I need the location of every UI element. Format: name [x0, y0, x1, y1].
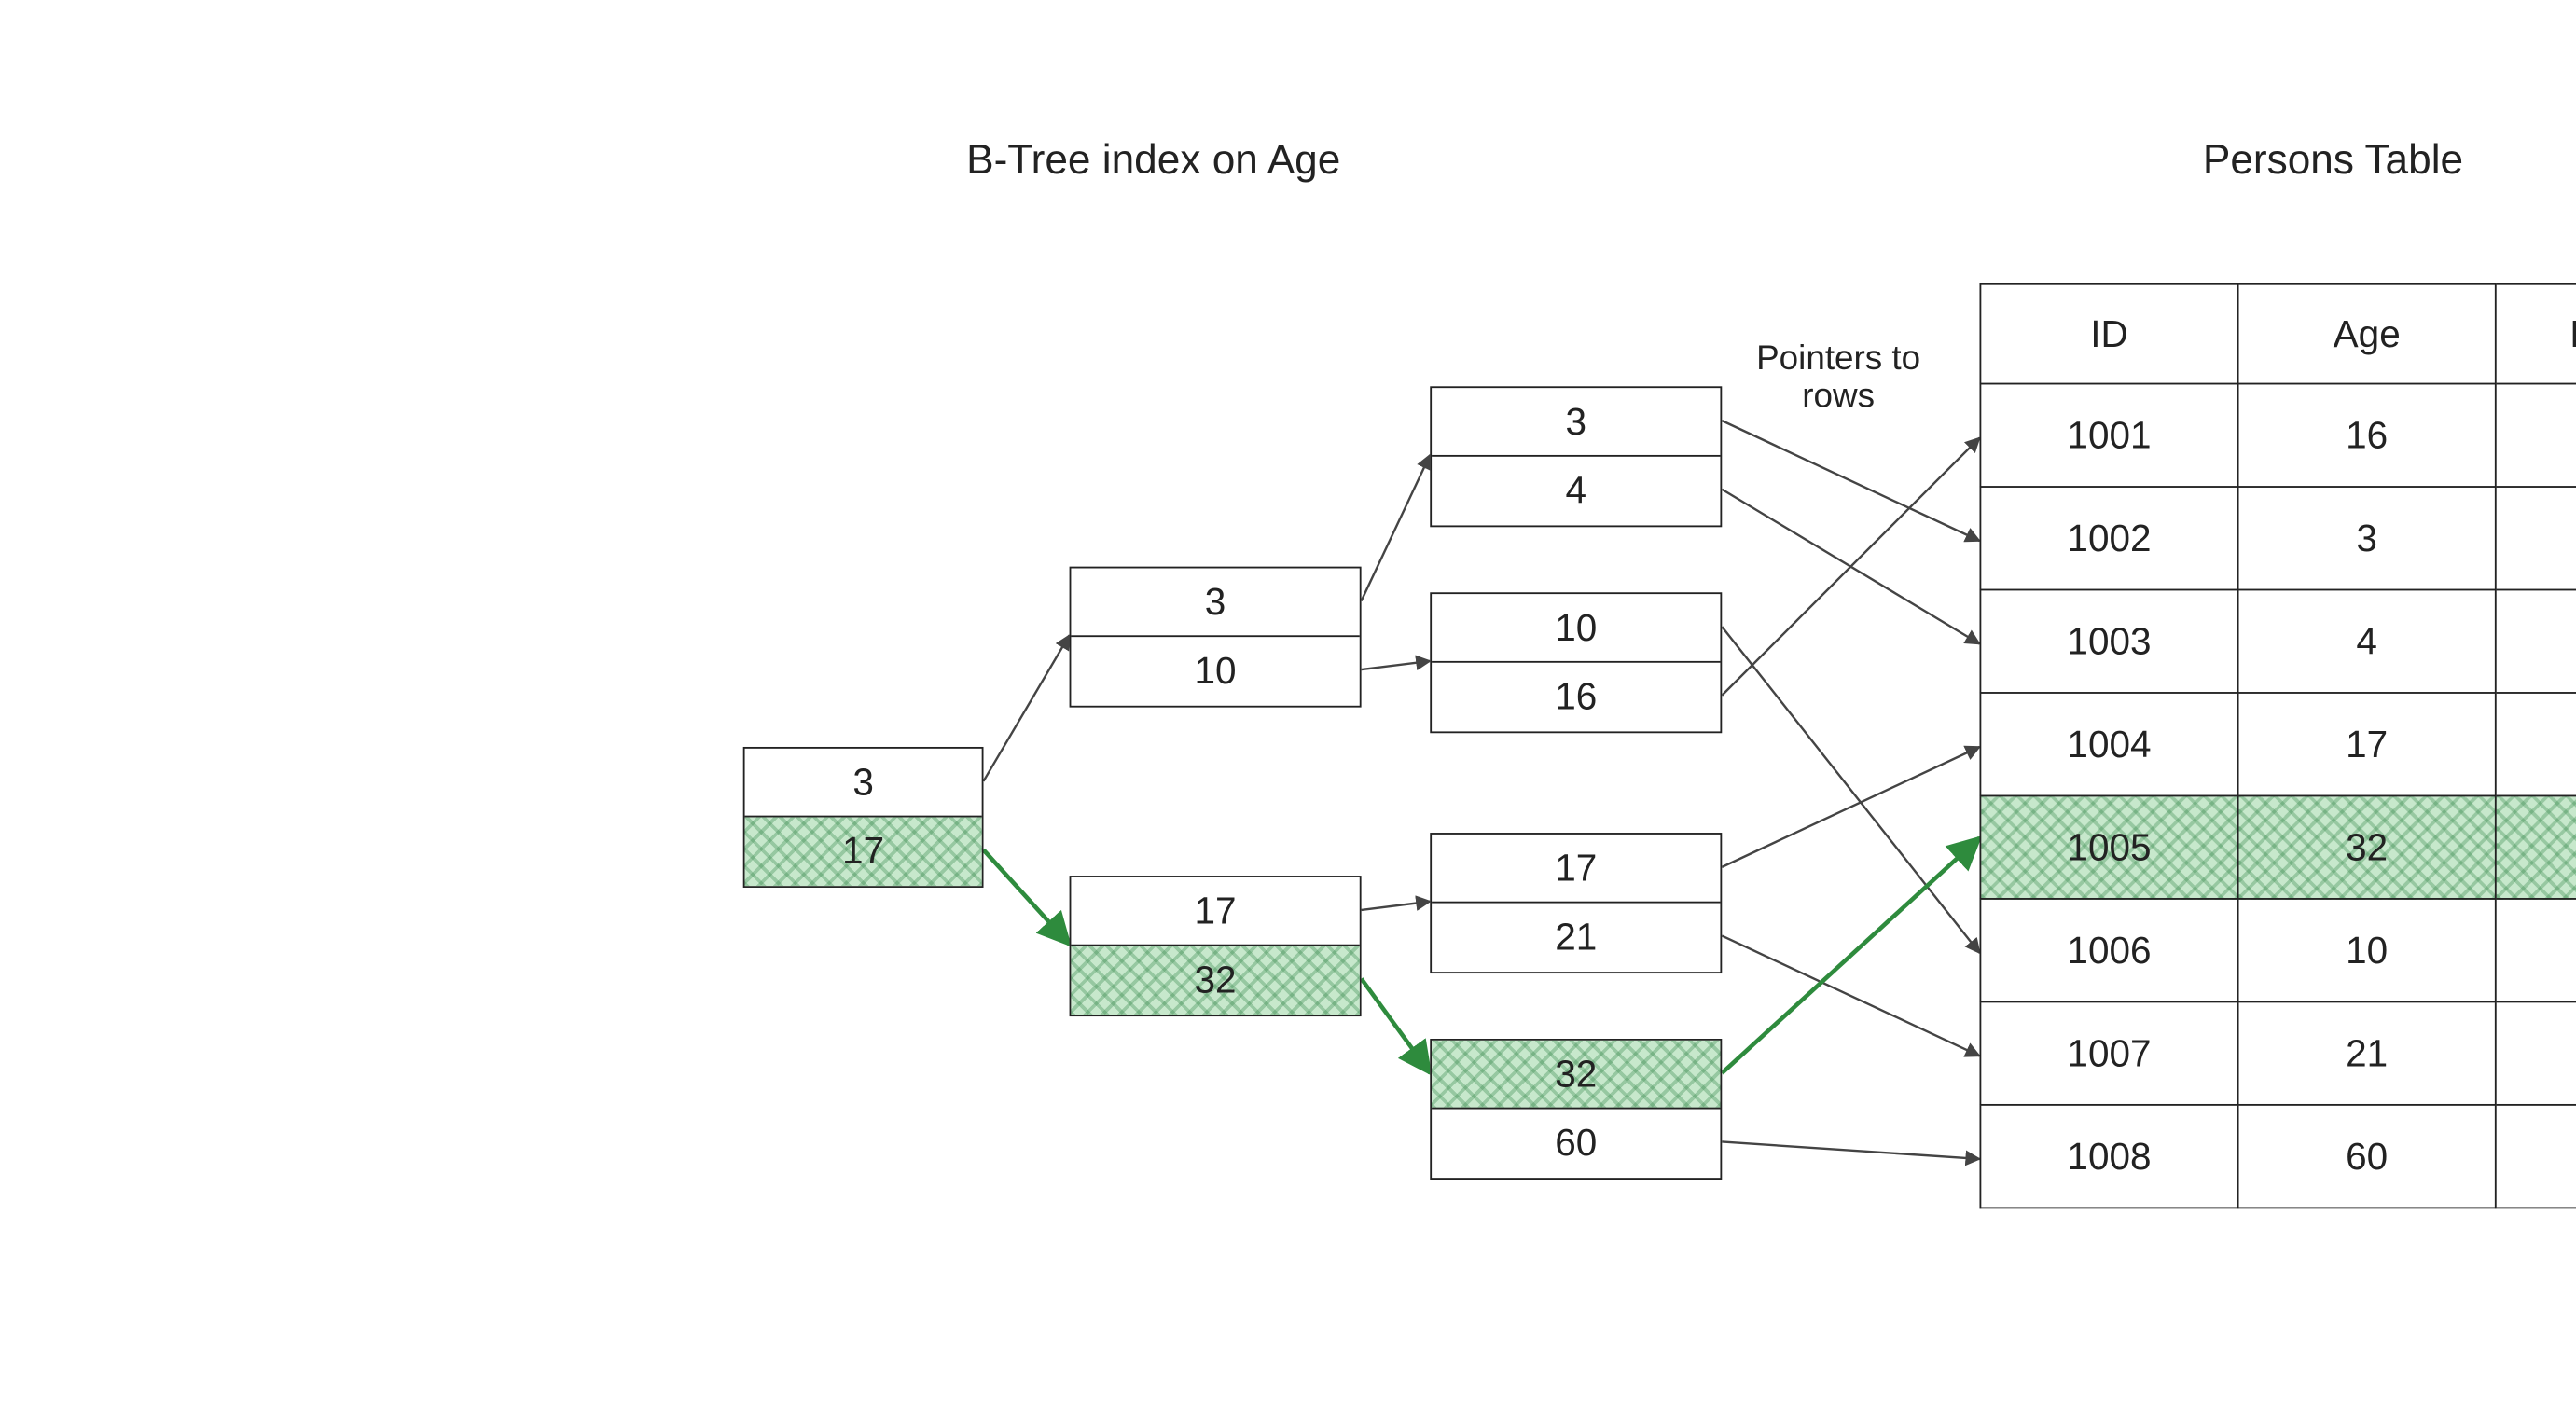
connector-arrow — [1722, 838, 1979, 1073]
btree-key: 10 — [1432, 594, 1720, 663]
pointers-annotation: Pointers to rows — [1756, 340, 1920, 416]
btree-node-root: 317 — [743, 747, 984, 888]
table-header-cell: ID — [1980, 284, 2237, 384]
table-row: 100860...... — [1980, 1105, 2576, 1208]
table-cell: 4 — [2238, 589, 2496, 692]
connector-arrow — [1722, 936, 1979, 1056]
table-cell: ... — [2496, 795, 2576, 898]
table-cell: 1008 — [1980, 1105, 2237, 1208]
btree-key: 32 — [1071, 946, 1359, 1015]
connector-arrow — [1362, 902, 1431, 910]
table-row: 100116...... — [1980, 384, 2576, 487]
btree-key: 32 — [1432, 1041, 1720, 1110]
btree-key: 17 — [1071, 877, 1359, 946]
btree-key: 3 — [1432, 388, 1720, 457]
table-cell: ... — [2496, 1001, 2576, 1104]
table-cell: 3 — [2238, 487, 2496, 589]
table-cell: 1005 — [1980, 795, 2237, 898]
persons-table: IDAgeHeight...100116......10023......100… — [1979, 283, 2576, 1208]
table-row: 10034...... — [1980, 589, 2576, 692]
connector-arrow — [1722, 627, 1979, 953]
table-row: 10023...... — [1980, 487, 2576, 589]
table-cell: ... — [2496, 693, 2576, 795]
btree-key: 60 — [1432, 1110, 1720, 1179]
btree-key: 21 — [1432, 904, 1720, 973]
table-cell: 10 — [2238, 899, 2496, 1001]
btree-node-mid2: 1732 — [1070, 876, 1362, 1016]
btree-key: 17 — [745, 817, 982, 886]
btree-node-mid1: 310 — [1070, 567, 1362, 708]
btree-node-leaf2: 1016 — [1430, 592, 1722, 733]
btree-key: 3 — [1071, 568, 1359, 637]
connector-arrow — [1362, 455, 1431, 601]
btree-key: 17 — [1432, 835, 1720, 904]
table-cell: ... — [2496, 899, 2576, 1001]
table-cell: 1006 — [1980, 899, 2237, 1001]
table-row: 100610...... — [1980, 899, 2576, 1001]
table-cell: ... — [2496, 589, 2576, 692]
table-title: Persons Table — [2203, 137, 2463, 186]
table-cell: ... — [2496, 1105, 2576, 1208]
table-row: 100532...... — [1980, 795, 2576, 898]
connector-arrow — [1362, 979, 1431, 1073]
connector-arrow — [1722, 438, 1979, 696]
table-header-cell: Age — [2238, 284, 2496, 384]
annotation-line: rows — [1802, 378, 1875, 416]
table-row: 100721...... — [1980, 1001, 2576, 1104]
connector-arrow — [984, 635, 1070, 781]
table-cell: 1001 — [1980, 384, 2237, 487]
connector-arrow — [1722, 1141, 1979, 1158]
table-header-row: IDAgeHeight... — [1980, 284, 2576, 384]
table-cell: 1003 — [1980, 589, 2237, 692]
table-header-cell: Height — [2496, 284, 2576, 384]
table-cell: 1007 — [1980, 1001, 2237, 1104]
btree-node-leaf3: 1721 — [1430, 833, 1722, 973]
btree-node-leaf4: 3260 — [1430, 1039, 1722, 1180]
table-cell: ... — [2496, 487, 2576, 589]
table-cell: 17 — [2238, 693, 2496, 795]
table-cell: ... — [2496, 384, 2576, 487]
table-cell: 16 — [2238, 384, 2496, 487]
table-cell: 21 — [2238, 1001, 2496, 1104]
annotation-line: Pointers to — [1756, 340, 1920, 379]
connector-arrow — [1722, 490, 1979, 644]
diagram-canvas: B-Tree index on Age Persons Table Pointe… — [589, 0, 2576, 1408]
btree-key: 3 — [745, 749, 982, 818]
btree-key: 10 — [1071, 637, 1359, 706]
connector-arrow — [1722, 747, 1979, 867]
table-cell: 60 — [2238, 1105, 2496, 1208]
table-cell: 1004 — [1980, 693, 2237, 795]
btree-node-leaf1: 34 — [1430, 386, 1722, 527]
connector-arrow — [984, 849, 1070, 944]
btree-title: B-Tree index on Age — [966, 137, 1340, 186]
connector-arrow — [1722, 421, 1979, 541]
btree-key: 16 — [1432, 663, 1720, 732]
connector-arrow — [1362, 661, 1431, 669]
table-cell: 32 — [2238, 795, 2496, 898]
table-cell: 1002 — [1980, 487, 2237, 589]
btree-key: 4 — [1432, 457, 1720, 526]
table-row: 100417...... — [1980, 693, 2576, 795]
